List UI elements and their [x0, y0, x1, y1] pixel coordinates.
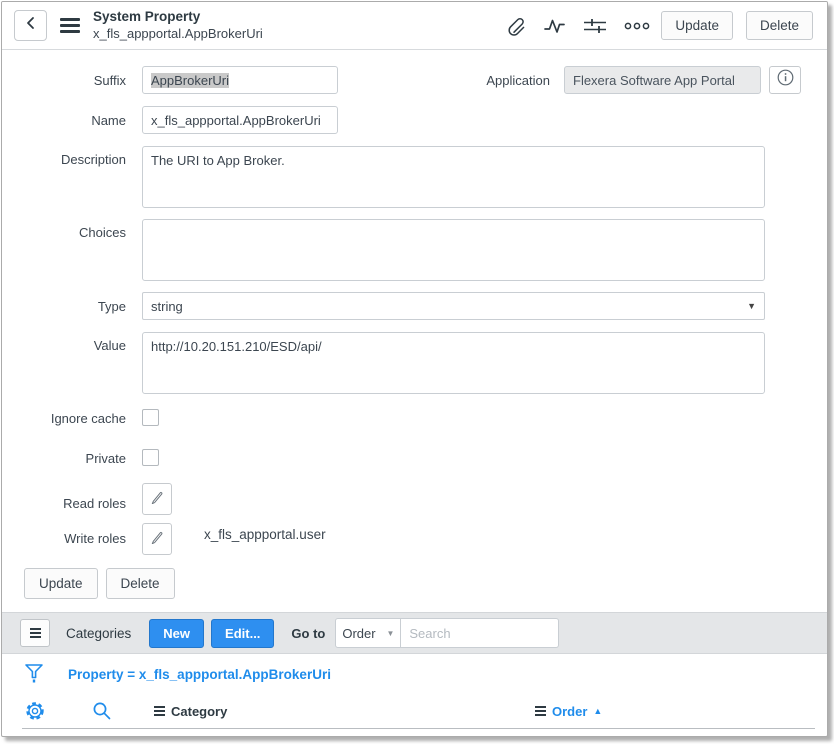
breadcrumb-filter-link[interactable]: Property = x_fls_appportal.AppBrokerUri	[68, 667, 331, 682]
chevron-down-icon: ▼	[386, 629, 394, 638]
private-checkbox[interactable]	[142, 449, 159, 466]
choices-label: Choices	[2, 225, 126, 240]
delete-button-footer[interactable]: Delete	[106, 568, 175, 599]
edit-button[interactable]: Edit...	[211, 619, 274, 648]
ignore-cache-checkbox[interactable]	[142, 409, 159, 426]
column-menu-icon	[535, 704, 546, 718]
column-header-label: Order	[552, 704, 587, 719]
gear-icon[interactable]	[24, 700, 46, 722]
pencil-icon	[150, 529, 165, 549]
personalize-form-icon[interactable]	[583, 16, 607, 36]
list-divider	[22, 728, 815, 729]
description-label: Description	[2, 152, 126, 167]
column-header-label: Category	[171, 704, 227, 719]
application-label: Application	[486, 73, 550, 88]
record-header: System Property x_fls_appportal.AppBroke…	[2, 2, 827, 50]
system-property-form: Suffix AppBrokerUri Application Flexera …	[2, 50, 827, 599]
type-select[interactable]: string ▼	[142, 292, 765, 320]
application-input: Flexera Software App Portal	[564, 66, 761, 94]
hamburger-icon	[30, 626, 41, 640]
list-context-menu-button[interactable]	[20, 619, 50, 647]
page-subtitle: x_fls_appportal.AppBrokerUri	[93, 26, 263, 42]
filter-funnel-icon[interactable]	[24, 662, 44, 686]
page-title: System Property	[93, 9, 263, 26]
update-button-header[interactable]: Update	[661, 11, 733, 40]
app-window: System Property x_fls_appportal.AppBroke…	[1, 1, 828, 737]
value-label: Value	[2, 338, 126, 353]
name-input[interactable]: x_fls_appportal.AppBrokerUri	[142, 106, 338, 134]
goto-label: Go to	[291, 626, 325, 641]
private-label: Private	[2, 451, 126, 466]
list-filter-row: Property = x_fls_appportal.AppBrokerUri	[2, 654, 827, 694]
name-label: Name	[2, 113, 126, 128]
suffix-label: Suffix	[2, 73, 126, 88]
choices-textarea[interactable]	[142, 219, 765, 281]
info-icon	[777, 69, 794, 91]
list-search-input[interactable]	[401, 618, 559, 648]
column-header-category[interactable]: Category	[154, 704, 227, 719]
search-icon[interactable]	[92, 701, 112, 721]
record-title-block: System Property x_fls_appportal.AppBroke…	[93, 9, 263, 42]
more-options-icon[interactable]	[624, 21, 650, 31]
suffix-value: AppBrokerUri	[151, 73, 229, 88]
write-roles-value: x_fls_appportal.user	[204, 527, 326, 542]
application-info-button[interactable]	[769, 66, 801, 94]
related-list-header: Categories New Edit... Go to Order ▼	[2, 612, 827, 654]
suffix-input[interactable]: AppBrokerUri	[142, 66, 338, 94]
context-menu-icon[interactable]	[60, 15, 80, 36]
read-roles-label: Read roles	[2, 496, 126, 511]
goto-field-select[interactable]: Order ▼	[335, 618, 401, 648]
type-selected-value: string	[151, 299, 183, 314]
goto-selected-value: Order	[342, 626, 375, 641]
activity-stream-icon[interactable]	[544, 16, 566, 36]
update-button-footer[interactable]: Update	[24, 568, 98, 599]
new-button[interactable]: New	[149, 619, 204, 648]
ignore-cache-label: Ignore cache	[2, 411, 126, 426]
read-roles-edit-button[interactable]	[142, 483, 172, 515]
related-list-title: Categories	[66, 626, 131, 641]
type-label: Type	[2, 299, 126, 314]
description-textarea[interactable]: The URI to App Broker.	[142, 146, 765, 208]
attachment-icon[interactable]	[507, 16, 527, 36]
column-menu-icon	[154, 704, 165, 718]
back-button[interactable]	[14, 10, 47, 41]
list-column-headers: Category Order ▲	[2, 694, 827, 728]
sort-ascending-icon: ▲	[593, 706, 602, 716]
value-textarea[interactable]: http://10.20.151.210/ESD/api/	[142, 332, 765, 394]
column-header-order[interactable]: Order ▲	[535, 704, 602, 719]
chevron-down-icon: ▼	[747, 301, 756, 311]
write-roles-label: Write roles	[2, 531, 126, 546]
delete-button-header[interactable]: Delete	[746, 11, 813, 40]
chevron-left-icon	[24, 16, 38, 35]
write-roles-edit-button[interactable]	[142, 523, 172, 555]
pencil-icon	[150, 489, 165, 509]
